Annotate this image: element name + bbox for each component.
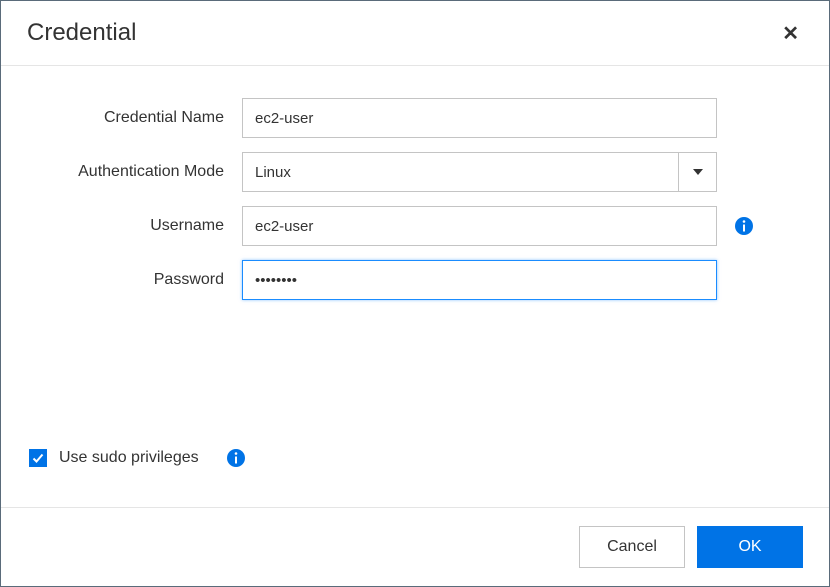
username-input[interactable] (242, 206, 717, 246)
username-control (242, 206, 717, 246)
sudo-info-icon[interactable] (227, 449, 245, 467)
dialog-body: Credential Name Authentication Mode Linu… (1, 66, 829, 507)
authentication-mode-label: Authentication Mode (27, 163, 242, 181)
cancel-button-label: Cancel (607, 538, 657, 556)
password-control (242, 260, 717, 300)
credential-name-input[interactable] (242, 98, 717, 138)
chevron-down-icon (678, 153, 716, 191)
credential-name-label: Credential Name (27, 109, 242, 127)
credential-dialog: Credential ✕ Credential Name Authenticat… (0, 0, 830, 587)
password-label: Password (27, 271, 242, 289)
sudo-label: Use sudo privileges (59, 449, 199, 467)
cancel-button[interactable]: Cancel (579, 526, 685, 568)
close-icon: ✕ (782, 23, 799, 45)
password-row: Password (27, 260, 803, 300)
ok-button[interactable]: OK (697, 526, 803, 568)
close-button[interactable]: ✕ (778, 21, 803, 46)
sudo-checkbox[interactable] (29, 449, 47, 467)
username-row: Username (27, 206, 803, 246)
authentication-mode-row: Authentication Mode Linux (27, 152, 803, 192)
username-info-icon[interactable] (735, 217, 753, 235)
ok-button-label: OK (738, 538, 761, 556)
username-label: Username (27, 217, 242, 235)
dialog-footer: Cancel OK (1, 507, 829, 586)
credential-name-row: Credential Name (27, 98, 803, 138)
password-input[interactable] (242, 260, 717, 300)
credential-name-control (242, 98, 717, 138)
sudo-row: Use sudo privileges (27, 449, 803, 487)
dialog-title: Credential (27, 19, 136, 47)
dialog-header: Credential ✕ (1, 1, 829, 66)
authentication-mode-select[interactable]: Linux (242, 152, 717, 192)
authentication-mode-control: Linux (242, 152, 717, 192)
authentication-mode-value: Linux (243, 153, 678, 191)
